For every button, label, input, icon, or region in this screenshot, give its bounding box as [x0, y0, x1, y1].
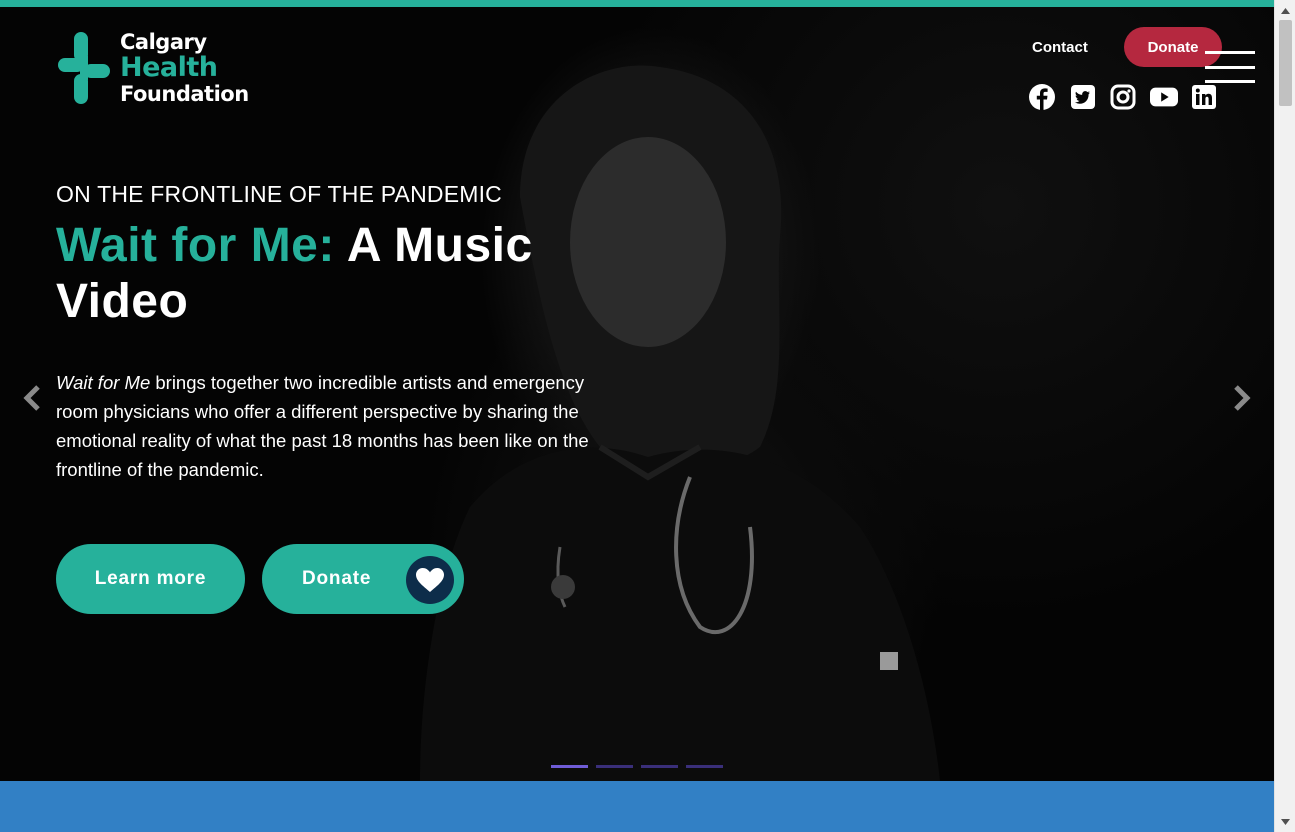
scroll-up-arrow-icon[interactable] [1275, 2, 1295, 19]
vertical-scrollbar[interactable] [1274, 0, 1295, 832]
carousel-indicator[interactable] [686, 765, 723, 768]
hero-donate-button[interactable]: Donate [262, 544, 464, 614]
hero-carousel: Calgary Health Foundation Contact Donate [0, 7, 1274, 781]
twitter-icon[interactable] [1069, 83, 1097, 111]
linkedin-icon[interactable] [1190, 83, 1218, 111]
carousel-indicator[interactable] [596, 765, 633, 768]
heart-icon [406, 556, 454, 604]
logo-text-line2: Health [120, 52, 218, 83]
contact-link[interactable]: Contact [1032, 39, 1088, 56]
carousel-next-arrow-icon[interactable] [1230, 381, 1254, 415]
top-accent-strip [0, 0, 1274, 7]
learn-more-button[interactable]: Learn more [56, 544, 245, 614]
top-nav: Contact Donate [1032, 27, 1222, 67]
hamburger-icon[interactable] [1205, 51, 1255, 83]
hamburger-bar [1205, 65, 1255, 69]
facebook-icon[interactable] [1028, 83, 1056, 111]
youtube-icon[interactable] [1149, 83, 1178, 111]
learn-more-label: Learn more [94, 568, 207, 589]
carousel-indicators [551, 765, 723, 768]
instagram-icon[interactable] [1109, 83, 1137, 111]
calgary-health-foundation-logo[interactable]: Calgary Health Foundation [56, 27, 256, 109]
hero-headline-accent: Wait for Me: [56, 219, 335, 272]
carousel-indicator[interactable] [551, 765, 588, 768]
carousel-indicator[interactable] [641, 765, 678, 768]
hero-eyebrow: ON THE FRONTLINE OF THE PANDEMIC [56, 181, 502, 207]
hamburger-bar [1205, 51, 1255, 54]
scrollbar-thumb[interactable] [1279, 20, 1292, 106]
logo-text-line3: Foundation [120, 82, 249, 106]
hero-headline: Wait for Me: A Music Video [56, 218, 636, 330]
hero-donate-label: Donate [302, 568, 372, 589]
logo-cross-icon [56, 30, 112, 106]
carousel-prev-arrow-icon[interactable] [20, 381, 44, 415]
social-links [1028, 83, 1218, 111]
scroll-down-arrow-icon[interactable] [1275, 813, 1295, 830]
hero-intro: Wait for Me brings together two incredib… [56, 368, 616, 484]
hero-intro-title: Wait for Me [56, 372, 151, 393]
next-section-band [0, 781, 1274, 832]
